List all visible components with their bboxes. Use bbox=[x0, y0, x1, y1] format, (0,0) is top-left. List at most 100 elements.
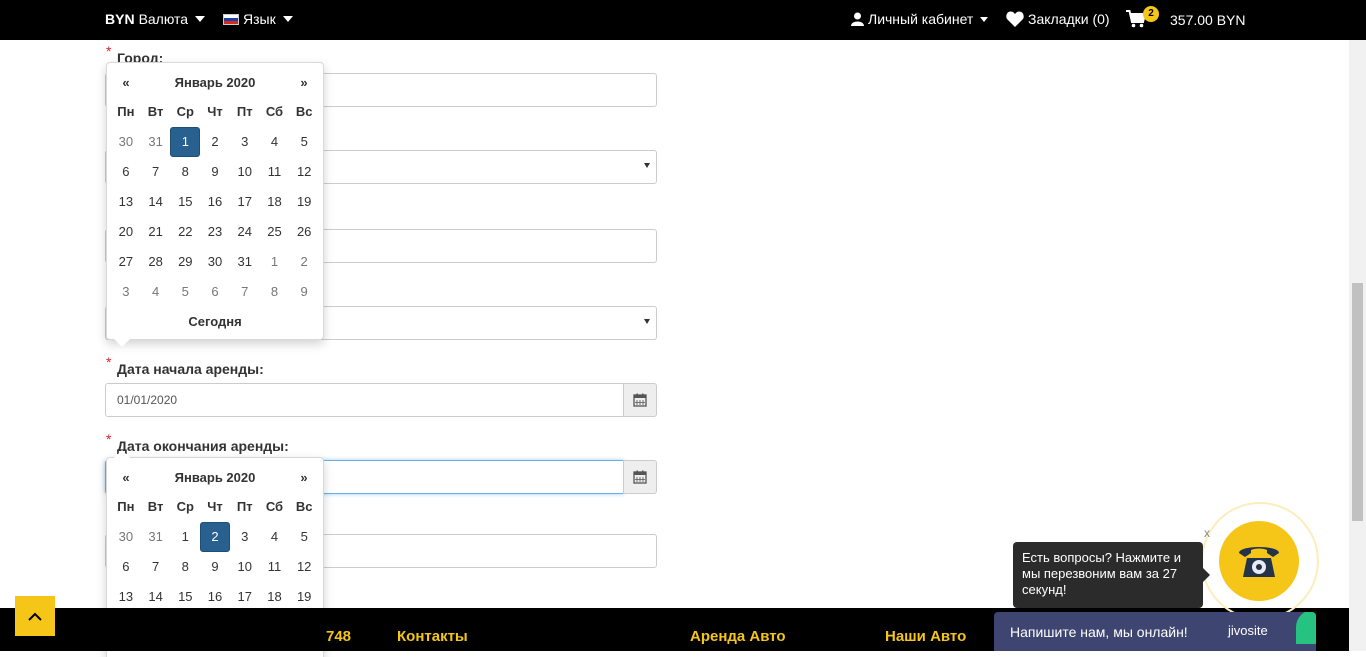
calendar-day[interactable]: 9 bbox=[200, 157, 230, 187]
calendar-day[interactable]: 1 bbox=[170, 127, 201, 157]
calendar-day[interactable]: 2 bbox=[200, 522, 230, 552]
calendar-day[interactable]: 28 bbox=[141, 247, 171, 277]
calendar-day[interactable]: 12 bbox=[289, 157, 319, 187]
calendar-day[interactable]: 18 bbox=[260, 187, 290, 217]
end-date-calendar-button[interactable] bbox=[623, 460, 657, 494]
bookmarks-label: Закладки (0) bbox=[1028, 11, 1110, 27]
calendar-day[interactable]: 5 bbox=[170, 277, 200, 307]
calendar-day[interactable]: 6 bbox=[200, 277, 230, 307]
calendar-day[interactable]: 7 bbox=[141, 552, 171, 582]
start-date-label: Дата начала аренды: bbox=[117, 361, 264, 377]
weekday-label: Пт bbox=[236, 499, 253, 514]
jivosite-logo: jivosite bbox=[1228, 623, 1268, 638]
calendar-day[interactable]: 22 bbox=[170, 217, 200, 247]
calendar-day[interactable]: 1 bbox=[260, 247, 290, 277]
calendar-day[interactable]: 11 bbox=[260, 552, 290, 582]
datepicker-prev-button[interactable]: « bbox=[111, 470, 141, 485]
week-row: 13 14 15 16 17 18 19 bbox=[111, 187, 319, 217]
calendar-day[interactable]: 10 bbox=[230, 552, 260, 582]
calendar-day[interactable]: 24 bbox=[230, 217, 260, 247]
chevron-down-icon bbox=[282, 16, 293, 22]
weekday-label: Чт bbox=[207, 499, 223, 514]
currency-dropdown[interactable]: BYN Валюта bbox=[105, 11, 206, 27]
calendar-day[interactable]: 30 bbox=[111, 522, 141, 552]
calendar-day[interactable]: 23 bbox=[200, 217, 230, 247]
required-star: * bbox=[106, 431, 112, 447]
calendar-day[interactable]: 10 bbox=[230, 157, 260, 187]
scrollbar-thumb[interactable] bbox=[1352, 283, 1363, 521]
calendar-day[interactable]: 3 bbox=[111, 277, 141, 307]
calendar-day[interactable]: 20 bbox=[111, 217, 141, 247]
calendar-day[interactable]: 27 bbox=[111, 247, 141, 277]
calendar-day[interactable]: 7 bbox=[141, 157, 171, 187]
footer-phone-partial[interactable]: 748 bbox=[326, 628, 351, 645]
calendar-day[interactable]: 8 bbox=[260, 277, 290, 307]
calendar-day[interactable]: 14 bbox=[141, 187, 171, 217]
weekday-row: Пн Вт Ср Чт Пт Сб Вс bbox=[111, 492, 319, 522]
footer-heading-rental: Аренда Авто bbox=[690, 628, 786, 645]
calendar-day[interactable]: 30 bbox=[200, 247, 230, 277]
week-row: 6 7 8 9 10 11 12 bbox=[111, 552, 319, 582]
callback-close-button[interactable]: x bbox=[1204, 526, 1210, 540]
calendar-day[interactable]: 9 bbox=[200, 552, 230, 582]
calendar-day[interactable]: 1 bbox=[170, 522, 200, 552]
calendar-day[interactable]: 16 bbox=[200, 187, 230, 217]
user-icon bbox=[851, 12, 864, 26]
chat-widget-label: Напишите нам, мы онлайн! bbox=[1010, 623, 1188, 640]
calendar-day[interactable]: 15 bbox=[170, 187, 200, 217]
datepicker-header: « Январь 2020 » bbox=[111, 462, 319, 492]
week-row: 27 28 29 30 31 1 2 bbox=[111, 247, 319, 277]
datepicker-prev-button[interactable]: « bbox=[111, 75, 141, 90]
calendar-day[interactable]: 6 bbox=[111, 552, 141, 582]
calendar-day[interactable]: 31 bbox=[230, 247, 260, 277]
datepicker-next-button[interactable]: » bbox=[289, 470, 319, 485]
calendar-day[interactable]: 26 bbox=[289, 217, 319, 247]
calendar-day[interactable]: 11 bbox=[260, 157, 290, 187]
calendar-day[interactable]: 4 bbox=[260, 127, 290, 157]
calendar-day[interactable]: 30 bbox=[111, 127, 141, 157]
chat-widget-bar[interactable]: Напишите нам, мы онлайн! jivosite bbox=[994, 612, 1316, 651]
calendar-day[interactable]: 7 bbox=[230, 277, 260, 307]
start-date-calendar-button[interactable] bbox=[623, 383, 657, 417]
calendar-day[interactable]: 9 bbox=[289, 277, 319, 307]
calendar-day[interactable]: 19 bbox=[289, 187, 319, 217]
datepicker-month-title[interactable]: Январь 2020 bbox=[141, 470, 289, 485]
calendar-day[interactable]: 31 bbox=[141, 522, 171, 552]
calendar-day[interactable]: 21 bbox=[141, 217, 171, 247]
language-dropdown[interactable]: Язык bbox=[223, 11, 293, 27]
calendar-day[interactable]: 5 bbox=[289, 522, 319, 552]
calendar-day[interactable]: 6 bbox=[111, 157, 141, 187]
calendar-day[interactable]: 12 bbox=[289, 552, 319, 582]
calendar-day[interactable]: 2 bbox=[289, 247, 319, 277]
account-dropdown[interactable]: Личный кабинет bbox=[851, 11, 989, 27]
cart-total[interactable]: 357.00 BYN bbox=[1170, 12, 1246, 28]
week-row: 30 31 1 2 3 4 5 bbox=[111, 522, 319, 552]
required-star: * bbox=[106, 43, 112, 59]
calendar-day[interactable]: 5 bbox=[289, 127, 319, 157]
calendar-day[interactable]: 8 bbox=[170, 552, 200, 582]
callback-button[interactable] bbox=[1219, 521, 1299, 601]
today-button[interactable]: Сегодня bbox=[111, 307, 319, 337]
calendar-day[interactable]: 2 bbox=[200, 127, 230, 157]
chevron-up-icon bbox=[28, 612, 42, 621]
calendar-day[interactable]: 3 bbox=[230, 127, 260, 157]
calendar-day[interactable]: 17 bbox=[230, 187, 260, 217]
scroll-to-top-button[interactable] bbox=[15, 596, 55, 636]
calendar-day[interactable]: 4 bbox=[260, 522, 290, 552]
week-row: 20212223242526 bbox=[111, 217, 319, 247]
calendar-day[interactable]: 3 bbox=[230, 522, 260, 552]
datepicker-next-button[interactable]: » bbox=[289, 75, 319, 90]
currency-label: Валюта bbox=[138, 11, 189, 27]
bookmarks-link[interactable]: Закладки (0) bbox=[1006, 11, 1110, 27]
cart-count-badge: 2 bbox=[1143, 6, 1159, 22]
datepicker-month-title[interactable]: Январь 2020 bbox=[141, 75, 289, 90]
calendar-icon bbox=[633, 393, 647, 407]
calendar-day[interactable]: 29 bbox=[170, 247, 200, 277]
calendar-day[interactable]: 13 bbox=[111, 187, 141, 217]
calendar-day[interactable]: 4 bbox=[141, 277, 171, 307]
chevron-down-icon bbox=[980, 16, 989, 22]
start-date-input[interactable]: 01/01/2020 bbox=[105, 383, 624, 417]
calendar-day[interactable]: 31 bbox=[141, 127, 171, 157]
calendar-day[interactable]: 8 bbox=[170, 157, 200, 187]
calendar-day[interactable]: 25 bbox=[260, 217, 290, 247]
